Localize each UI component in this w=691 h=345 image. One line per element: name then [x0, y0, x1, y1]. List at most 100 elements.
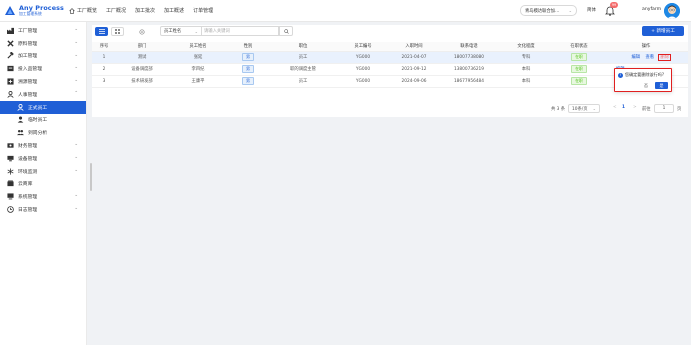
topnav-item-batches[interactable]: 加工批次: [135, 7, 155, 14]
search-placeholder: 请输入关键词: [204, 29, 230, 34]
sidebar-item-factory[interactable]: 工厂管理 ⌄: [0, 24, 86, 37]
sidebar-resize-handle[interactable]: [90, 163, 92, 191]
factory-select-value: 青岛模达联合加...: [525, 8, 560, 14]
gender-tag: 男: [242, 53, 254, 61]
cell-join-date: 2021-09-12: [388, 63, 440, 76]
list-view-button[interactable]: [95, 27, 108, 36]
sidebar-subitem-formal-staff[interactable]: 正式员工: [0, 100, 86, 114]
sidebar-item-label: 云商库: [18, 182, 33, 188]
cell-name: 王康平: [168, 75, 228, 88]
topnav-item-overview[interactable]: 加工概述: [164, 7, 184, 14]
status-badge: 在职: [571, 53, 587, 61]
sidebar-item-finance[interactable]: 财务管理 ⌄: [0, 139, 86, 152]
person-icon: [7, 90, 14, 98]
cancel-button[interactable]: 否: [644, 83, 648, 89]
cell-no: 3: [92, 75, 116, 88]
sidebar-item-materials[interactable]: 原料管理 ⌄: [0, 37, 86, 50]
search-button[interactable]: [279, 26, 293, 36]
edit-button[interactable]: 编辑: [631, 55, 640, 60]
info-icon: !: [618, 72, 623, 78]
sidebar-item-hr[interactable]: 人事管理 ⌃: [0, 88, 86, 101]
sidebar-item-trace[interactable]: 溯源管理 ⌄: [0, 75, 86, 88]
topnav-item-orders[interactable]: 订单管理: [193, 7, 213, 14]
column-header[interactable]: 在职状态: [554, 42, 604, 52]
logo-icon: [5, 5, 15, 15]
cell-dept: 技术研发部: [116, 75, 168, 88]
username[interactable]: anyfarm: [642, 7, 661, 12]
sidebar-item-label: 原料管理: [18, 41, 38, 47]
view-button[interactable]: 查看: [645, 55, 654, 60]
column-header[interactable]: 职位: [268, 42, 338, 52]
cloud-shop-icon: [7, 180, 14, 187]
chevron-down-icon: ⌄: [74, 206, 78, 212]
avatar[interactable]: [664, 3, 680, 19]
chevron-down-icon: ⌄: [592, 106, 596, 111]
sidebar-item-processing[interactable]: 加工管理 ⌄: [0, 50, 86, 63]
snowflake-icon: [7, 168, 14, 175]
sidebar-item-logs[interactable]: 日志管理 ⌄: [0, 203, 86, 216]
search-input[interactable]: 请输入关键词: [201, 26, 279, 36]
sidebar-item-cloud-shop[interactable]: 云商库: [0, 178, 86, 191]
table-row[interactable]: 2 设备调度部 李四纪 男 职的调度主管 YG000 2021-09-12 13…: [92, 63, 688, 76]
column-header[interactable]: 操作: [604, 42, 688, 52]
chevron-down-icon: ⌄: [74, 65, 78, 71]
add-employee-button[interactable]: + 新增员工: [642, 26, 684, 36]
cell-emp-no: YG000: [338, 75, 388, 88]
chevron-down-icon: ⌄: [74, 167, 78, 173]
sidebar-item-inputs[interactable]: 投入品管理 ⌄: [0, 62, 86, 75]
column-header[interactable]: 员工姓名: [168, 42, 228, 52]
sidebar-subitem-label: 临时员工: [28, 118, 48, 124]
cell-status: 在职: [554, 51, 604, 64]
next-page-button[interactable]: >: [633, 105, 637, 110]
cell-phone: 18007738080: [440, 51, 498, 64]
sidebar-item-environment[interactable]: 环境监测 ⌄: [0, 165, 86, 178]
topnav-item-factory-status[interactable]: 工厂概况: [106, 7, 126, 14]
prev-page-button[interactable]: <: [613, 105, 617, 110]
notification-badge: 99: [610, 2, 618, 8]
cell-gender: 男: [228, 75, 268, 88]
cell-position: 员工: [268, 75, 338, 88]
page-size-select[interactable]: 10条/页 ⌄: [568, 104, 600, 113]
logo[interactable]: Any Process 加工管理系统: [0, 5, 64, 17]
sidebar-item-label: 系统管理: [18, 195, 38, 201]
column-header[interactable]: 入职时间: [388, 42, 440, 52]
sidebar-item-label: 工厂管理: [18, 28, 38, 34]
confirm-button[interactable]: 是: [655, 82, 668, 89]
settings-button[interactable]: [135, 27, 148, 36]
grid-view-button[interactable]: [111, 27, 124, 36]
factory-icon: [7, 27, 14, 34]
employee-table: 序号 部门 员工姓名 性别 职位 员工编号 入职时间 联系电话 文化程度 在职状…: [92, 42, 688, 88]
cell-status: 在职: [554, 75, 604, 88]
sidebar-item-system[interactable]: 系统管理 ⌄: [0, 190, 86, 203]
chevron-down-icon: ⌄: [74, 193, 78, 199]
sidebar-item-devices[interactable]: 设备管理 ⌄: [0, 152, 86, 165]
current-page[interactable]: 1: [622, 105, 625, 110]
factory-select[interactable]: 青岛模达联合加... ⌄: [520, 5, 577, 16]
sidebar-subitem-attendance[interactable]: 到岗分析: [0, 126, 86, 139]
goto-page-input[interactable]: 1: [654, 104, 674, 113]
chevron-down-icon: ⌄: [568, 8, 572, 13]
cell-emp-no: YG000: [338, 51, 388, 64]
cell-status: 在职: [554, 63, 604, 76]
cell-gender: 男: [228, 63, 268, 76]
confirm-message: ! 您确定要删除该行吗?: [618, 72, 664, 78]
search-field-select[interactable]: 员工姓名 ⌄: [160, 26, 202, 36]
column-header[interactable]: 部门: [116, 42, 168, 52]
column-header[interactable]: 文化程度: [498, 42, 554, 52]
sidebar-item-label: 设备管理: [18, 156, 38, 162]
table-row[interactable]: 1 测试 张延 男 员工 YG000 2021-04-07 1800773808…: [92, 51, 688, 64]
sidebar-item-label: 日志管理: [18, 208, 38, 214]
language-switch[interactable]: 简体: [587, 7, 596, 13]
chevron-down-icon: ⌄: [74, 142, 78, 148]
cell-join-date: 2021-04-07: [388, 51, 440, 64]
users-icon: [17, 130, 24, 136]
delete-button[interactable]: 删除: [658, 54, 671, 61]
topnav-label: 工厂概览: [77, 8, 98, 14]
column-header[interactable]: 联系电话: [440, 42, 498, 52]
topnav-item-factory-overview[interactable]: 工厂概览: [69, 7, 97, 14]
column-header[interactable]: 性别: [228, 42, 268, 52]
table-row[interactable]: 3 技术研发部 王康平 男 员工 YG000 2024-09-06 186779…: [92, 75, 688, 88]
sidebar-subitem-temp-staff[interactable]: 临时员工: [0, 114, 86, 127]
column-header[interactable]: 员工编号: [338, 42, 388, 52]
column-header[interactable]: 序号: [92, 42, 116, 52]
